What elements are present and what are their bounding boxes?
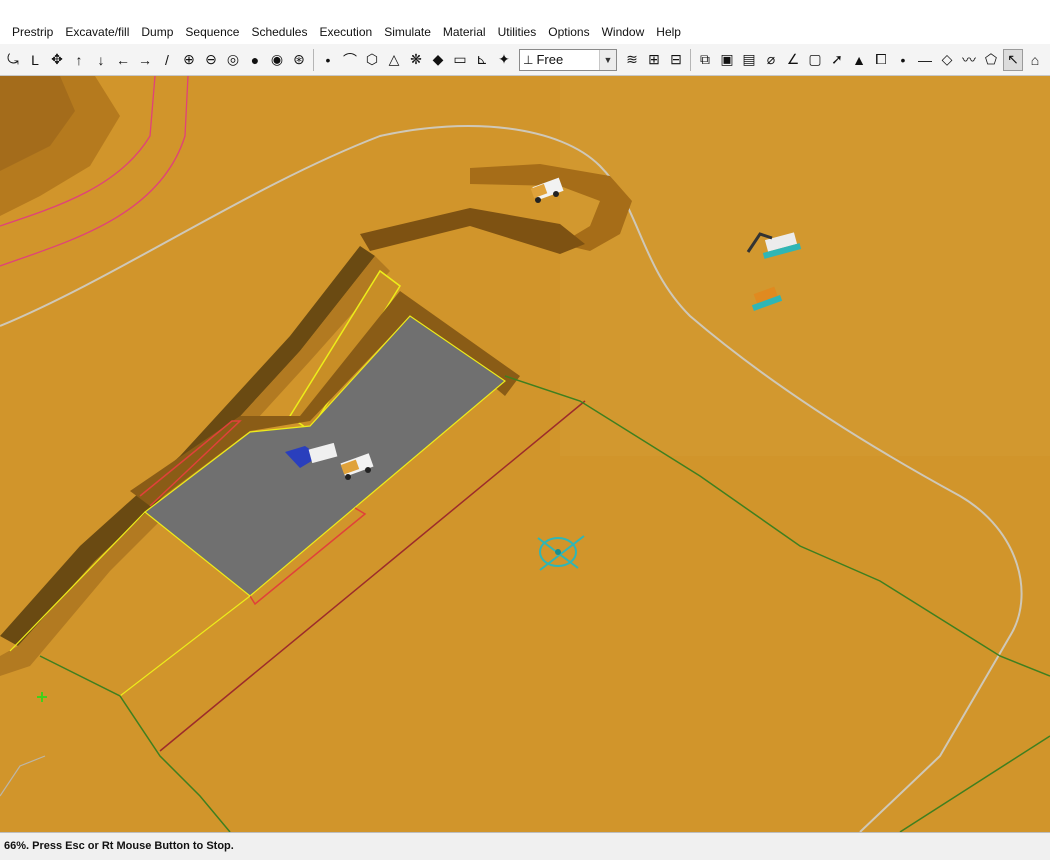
clip-icon[interactable]: ⧠ xyxy=(871,49,891,71)
pointer-icon[interactable]: ↖ xyxy=(1003,48,1023,71)
axis-icon[interactable]: L xyxy=(25,49,45,71)
menu-sequence[interactable]: Sequence xyxy=(179,20,245,44)
block-icon[interactable]: ▤ xyxy=(739,49,759,71)
menu-material[interactable]: Material xyxy=(437,20,492,44)
sphere-icon[interactable]: ● xyxy=(245,49,265,71)
triangle-icon[interactable]: △ xyxy=(384,49,404,71)
zoom-extents-icon[interactable]: ⊛ xyxy=(289,49,309,71)
diamond-outline-icon[interactable]: ◇ xyxy=(937,49,957,71)
dot-icon[interactable]: • xyxy=(893,49,913,71)
view-mode-icon: ⊥ xyxy=(523,52,534,67)
wave-icon[interactable]: 〰 xyxy=(959,49,979,71)
frame-icon[interactable]: ▣ xyxy=(717,49,737,71)
move-left-icon[interactable]: ← xyxy=(113,49,133,71)
menu-bar: Prestrip Excavate/fill Dump Sequence Sch… xyxy=(0,20,1050,44)
zoom-window-icon[interactable]: ◎ xyxy=(223,49,243,71)
chevron-down-icon[interactable]: ▼ xyxy=(599,49,616,70)
zoom-out-icon[interactable]: ⊖ xyxy=(201,49,221,71)
menu-schedules[interactable]: Schedules xyxy=(245,20,313,44)
polygon-icon[interactable]: ⬡ xyxy=(362,49,382,71)
mine-scene[interactable] xyxy=(0,76,1050,832)
move-up-icon[interactable]: ↑ xyxy=(69,49,89,71)
zoom-target-icon[interactable]: ◉ xyxy=(267,49,287,71)
measure-icon[interactable]: ⌀ xyxy=(761,49,781,71)
box-icon[interactable]: ▢ xyxy=(805,49,825,71)
toolbar-separator xyxy=(690,48,691,71)
surface-icon[interactable]: ⊟ xyxy=(666,49,686,71)
pan-icon[interactable]: ✥ xyxy=(47,49,67,71)
rectangle-icon[interactable]: ▭ xyxy=(450,49,470,71)
title-strip xyxy=(0,0,1050,20)
menu-utilities[interactable]: Utilities xyxy=(492,20,543,44)
grid-icon[interactable]: ⊞ xyxy=(644,49,664,71)
terrain-light-area xyxy=(560,76,1050,456)
rotate-icon[interactable]: ⤿ xyxy=(3,49,23,71)
menu-window[interactable]: Window xyxy=(596,20,651,44)
line-icon[interactable]: — xyxy=(915,49,935,71)
menu-excavate-fill[interactable]: Excavate/fill xyxy=(59,20,135,44)
status-text: 66%. Press Esc or Rt Mouse Button to Sto… xyxy=(4,840,234,852)
polyline-icon[interactable]: ⌒ xyxy=(340,49,360,71)
menu-prestrip[interactable]: Prestrip xyxy=(6,20,59,44)
terrain-icon[interactable]: ▲ xyxy=(849,49,869,71)
point-icon[interactable]: • xyxy=(318,49,338,71)
menu-options[interactable]: Options xyxy=(542,20,595,44)
menu-simulate[interactable]: Simulate xyxy=(378,20,437,44)
house-icon[interactable]: ⌂ xyxy=(1025,49,1045,71)
menu-execution[interactable]: Execution xyxy=(313,20,378,44)
arrow-icon[interactable]: ➚ xyxy=(827,49,847,71)
select-icon[interactable]: ⧉ xyxy=(695,49,715,71)
view-mode-select[interactable]: ⊥ Free ▼ xyxy=(519,48,617,71)
menu-help[interactable]: Help xyxy=(650,20,687,44)
status-bar: 66%. Press Esc or Rt Mouse Button to Sto… xyxy=(0,832,1050,860)
pattern-icon[interactable]: ❋ xyxy=(406,49,426,71)
move-down-icon[interactable]: ↓ xyxy=(91,49,111,71)
diamond-icon[interactable]: ◆ xyxy=(428,49,448,71)
view-mode-value: Free xyxy=(536,52,564,67)
toolbar: ⤿ L ✥ ↑ ↓ ← → / ⊕ ⊖ ◎ ● ◉ ⊛ • ⌒ ⬡ △ ❋ ◆ ▭ ⊾ ✦ ⊥ Free ▼ ≋ ⊞ ⊟ ⧉ ▣… xyxy=(0,44,1050,76)
compass-icon[interactable]: ✦ xyxy=(494,49,514,71)
layers-icon[interactable]: ≋ xyxy=(622,49,642,71)
draw-line-icon[interactable]: / xyxy=(157,49,177,71)
3d-viewport[interactable] xyxy=(0,76,1050,832)
move-right-icon[interactable]: → xyxy=(135,49,155,71)
menu-dump[interactable]: Dump xyxy=(135,20,179,44)
zoom-in-icon[interactable]: ⊕ xyxy=(179,49,199,71)
angle-icon[interactable]: ∠ xyxy=(783,49,803,71)
pentagon-icon[interactable]: ⬠ xyxy=(981,49,1001,71)
profile-icon[interactable]: ⊾ xyxy=(472,49,492,71)
toolbar-separator xyxy=(313,48,314,71)
